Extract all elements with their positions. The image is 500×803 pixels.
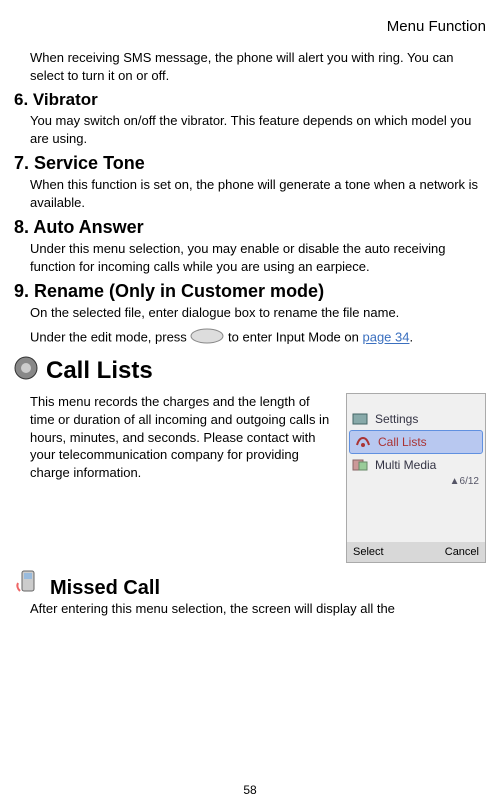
section-6-title: 6. Vibrator: [14, 90, 486, 110]
page-34-link[interactable]: page 34: [362, 330, 409, 345]
phone-menu-settings: Settings: [347, 408, 485, 430]
softkey-select: Select: [353, 546, 384, 558]
phone-label-call-lists: Call Lists: [378, 435, 427, 449]
section-9-body2: Under the edit mode, press to enter Inpu…: [14, 328, 486, 349]
section-9-body1: On the selected file, enter dialogue box…: [14, 304, 486, 322]
phone-menu-multimedia: Multi Media: [347, 454, 485, 476]
section-9-title: 9. Rename (Only in Customer mode): [14, 281, 486, 302]
page-number: 58: [0, 783, 500, 797]
call-lists-icon: [14, 356, 38, 385]
section-7-title: 7. Service Tone: [14, 153, 486, 174]
oval-button-icon: [190, 328, 224, 349]
period: .: [409, 330, 413, 345]
scroll-up-icon: ▲: [450, 476, 460, 487]
section-9-text-b: to enter Input Mode on: [228, 330, 362, 345]
multimedia-icon: [351, 458, 369, 472]
section-8-body: Under this menu selection, you may enabl…: [14, 240, 486, 275]
phone-screenshot: Settings Call Lists Multi Media ▲ 6/12 S…: [346, 393, 486, 563]
section-8-title: 8. Auto Answer: [14, 217, 486, 238]
page-header: Menu Function: [14, 18, 486, 35]
call-lists-body: This menu records the charges and the le…: [14, 393, 336, 481]
phone-menu-call-lists: Call Lists: [349, 430, 483, 454]
phone-label-settings: Settings: [375, 412, 418, 426]
intro-text: When receiving SMS message, the phone wi…: [14, 49, 486, 84]
call-lists-title: Call Lists: [46, 357, 153, 385]
section-7-body: When this function is set on, the phone …: [14, 176, 486, 211]
phone-label-multimedia: Multi Media: [375, 458, 436, 472]
missed-call-title: Missed Call: [50, 577, 160, 600]
settings-icon: [351, 412, 369, 426]
missed-call-body: After entering this menu selection, the …: [14, 600, 486, 618]
softkey-cancel: Cancel: [445, 546, 479, 558]
call-lists-menu-icon: [354, 435, 372, 449]
section-6-body: You may switch on/off the vibrator. This…: [14, 112, 486, 147]
missed-call-icon: [14, 569, 42, 600]
phone-counter: 6/12: [460, 476, 479, 487]
section-9-text-a: Under the edit mode, press: [30, 330, 190, 345]
